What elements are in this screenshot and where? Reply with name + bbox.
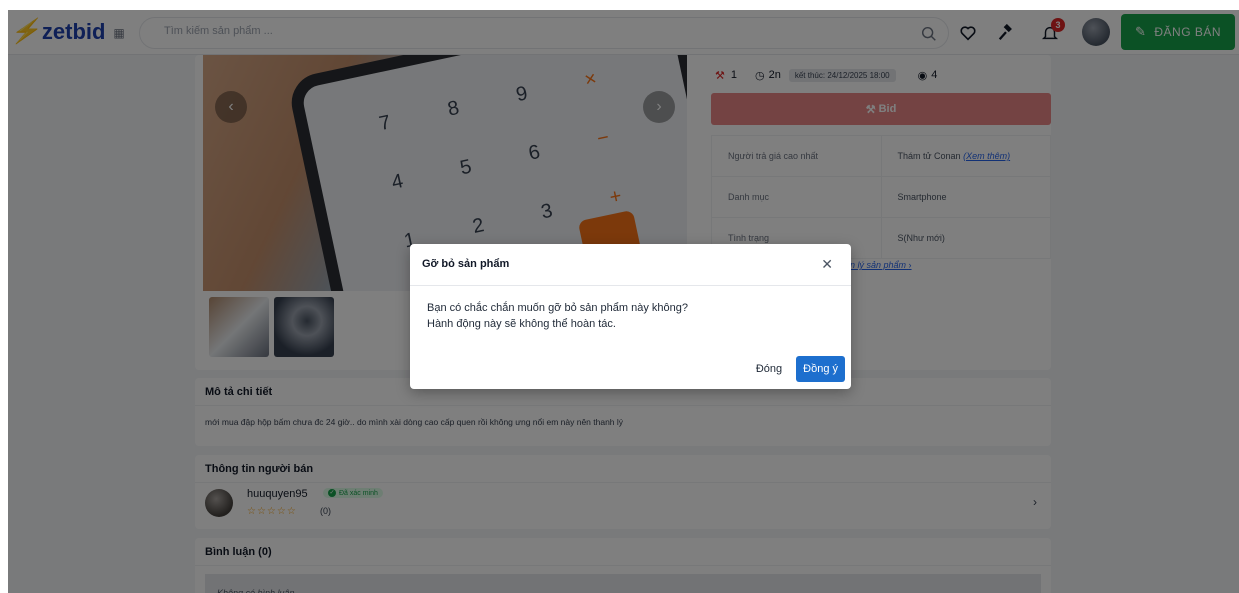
close-icon[interactable]: ✕ — [821, 256, 833, 273]
dialog-body: Bạn có chắc chắn muốn gỡ bỏ sản phẩm này… — [410, 286, 851, 332]
cancel-button[interactable]: Đóng — [756, 363, 782, 375]
dialog-title: Gỡ bỏ sản phẩm — [422, 258, 510, 270]
page: ⚡ zetbid ▦ 3 ✎ ĐĂNG BÁN — [8, 10, 1239, 593]
dialog-message-line2: Hành động này sẽ không thể hoàn tác. — [427, 318, 616, 330]
confirm-button[interactable]: Đồng ý — [796, 356, 845, 382]
dialog-header: Gỡ bỏ sản phẩm ✕ — [410, 244, 851, 286]
remove-product-dialog: Gỡ bỏ sản phẩm ✕ Bạn có chắc chắn muốn g… — [410, 244, 851, 389]
dialog-footer: Đóng Đồng ý — [756, 356, 845, 382]
dialog-message-line1: Bạn có chắc chắn muốn gỡ bỏ sản phẩm này… — [427, 302, 688, 314]
